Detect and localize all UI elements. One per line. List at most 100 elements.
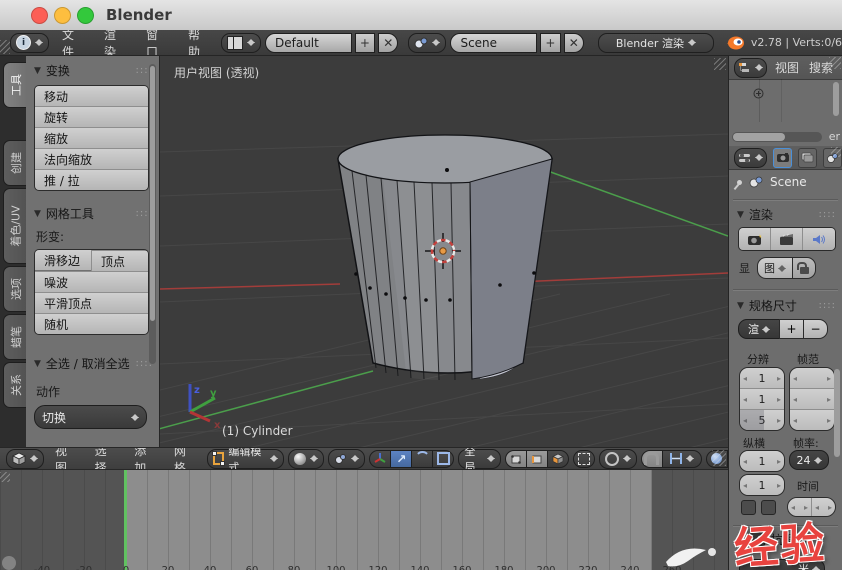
smooth-vertex-button[interactable]: 平滑顶点 [35,292,148,313]
menu-mesh[interactable]: 网格 [167,448,203,469]
outliner-item-text[interactable]: er [829,130,840,143]
tab-render-properties[interactable] [773,147,792,168]
action-dropdown[interactable]: 切换 [34,405,147,429]
face-select-toggle[interactable] [546,449,569,468]
edge-slide-button[interactable]: 滑移边 [35,250,91,270]
delete-scene-button[interactable]: ✕ [563,32,584,53]
minimize-window-button[interactable] [54,7,71,24]
frame-start-stepper[interactable] [790,368,834,388]
aspect-y-stepper[interactable]: 1 [740,475,784,495]
properties-scrollbar[interactable] [834,369,840,457]
panel-header-mesh-tools[interactable]: ▼ 网格工具 :::: [26,199,159,226]
close-window-button[interactable] [31,7,48,24]
noise-button[interactable]: 噪波 [35,271,148,292]
limit-to-visible-toggle[interactable] [572,449,595,468]
lock-interface-toggle[interactable] [792,257,816,279]
render-audio-button[interactable] [803,228,835,250]
mode-selector[interactable]: 编辑模式 [206,448,285,469]
add-scene-button[interactable]: + [540,32,561,53]
area-corner-handle[interactable] [831,147,841,157]
add-layout-button[interactable]: + [354,32,376,53]
tab-tools[interactable]: 工具 [3,62,27,108]
panel-header-select-all[interactable]: ▼ 全选 / 取消全选 :::: [26,349,159,376]
outliner-hscrollbar[interactable] [732,132,822,142]
framerate-dropdown[interactable]: 24 [789,450,829,470]
pin-icon[interactable] [735,178,744,186]
randomize-button[interactable]: 随机 [35,313,148,334]
shrink-fatten-button[interactable]: 法向缩放 [35,148,148,169]
menu-file[interactable]: 文件 [53,30,91,55]
aspect-x-stepper[interactable]: 1 [740,451,784,471]
maximize-window-button[interactable] [77,7,94,24]
tab-relations[interactable]: 关系 [3,362,27,408]
scene-name-field[interactable]: Scene [450,32,538,53]
viewport-3d[interactable]: z y x 用户视图 (透视) (1) Cylinder [160,56,728,447]
area-corner-handle[interactable] [712,450,726,466]
breadcrumb-scene[interactable]: Scene [770,175,807,189]
orientation-selector[interactable]: 全局 [458,448,501,469]
remove-preset-button[interactable]: − [803,319,828,339]
area-corner-handle[interactable] [0,40,10,54]
proportional-edit-selector[interactable] [598,448,637,469]
area-corner-handle[interactable] [0,472,10,482]
tab-options[interactable]: 选项 [3,266,27,312]
toolshelf-scrollbar[interactable] [149,64,156,364]
tab-render-layers[interactable] [798,147,817,168]
menu-render[interactable]: 渲染 [95,30,133,55]
screen-layout-selector[interactable] [221,32,261,53]
manipulator-scale-toggle[interactable] [432,449,455,468]
delete-layout-button[interactable]: ✕ [378,32,399,53]
render-preset-dropdown[interactable]: 渲 [738,319,780,339]
vertex-slide-button[interactable]: 顶点 [91,250,148,271]
tab-grease-pencil[interactable]: 蜡笔 [3,314,27,360]
tab-shading-uv[interactable]: 着色/UV [3,188,27,264]
resolution-x-stepper[interactable]: 1 [740,368,784,388]
render-engine-selector[interactable]: Blender 渲染 [597,32,714,53]
render-still-button[interactable] [739,228,771,250]
panel-header-dimensions[interactable]: ▼ 规格尺寸 :::: [729,293,840,316]
resolution-percentage-slider[interactable]: 5 [740,409,784,430]
menu-add[interactable]: 添加 [127,448,163,469]
editor-type-selector-info[interactable] [10,32,49,53]
panel-grip-icon[interactable]: :::: [819,209,836,220]
scale-button[interactable]: 缩放 [35,127,148,148]
panel-header-transform[interactable]: ▼ 变换 :::: [26,56,159,83]
menu-help[interactable]: 帮助 [179,30,217,55]
area-corner-handle[interactable] [714,58,726,70]
outliner-menu-view[interactable]: 视图 [773,59,801,76]
editor-type-selector-3d[interactable] [6,448,44,469]
outliner-content[interactable]: er [729,79,842,146]
expand-item-icon[interactable] [753,88,764,99]
outliner-vscrollbar[interactable] [833,82,839,116]
panel-grip-icon[interactable]: :::: [819,300,836,311]
area-corner-handle[interactable] [829,57,841,69]
scene-selector[interactable] [408,32,447,53]
timeline-playhead[interactable] [124,470,127,570]
translate-button[interactable]: 移动 [35,86,148,106]
resolution-y-stepper[interactable]: 1 [740,388,784,409]
cylinder-mesh[interactable] [337,134,553,381]
frame-step-stepper[interactable] [790,409,834,430]
pivot-selector[interactable] [328,448,366,469]
editor-type-selector-outliner[interactable] [734,57,767,78]
display-mode-dropdown[interactable]: 图 [757,257,793,279]
manipulator-rotate-toggle[interactable] [411,449,434,468]
manipulator-translate-toggle[interactable]: ↗ [390,449,413,468]
timeline[interactable]: -40 -20 0 20 40 60 80 100 120 140 160 18… [0,470,728,570]
screen-layout-field[interactable]: Default [265,32,352,53]
frame-end-stepper[interactable] [790,388,834,409]
vertex-select-toggle[interactable] [504,449,527,468]
render-animation-button[interactable] [771,228,803,250]
snap-element-selector[interactable] [661,449,702,468]
snap-toggle[interactable] [640,449,663,468]
manipulator-axes-toggle[interactable] [369,449,392,468]
menu-view[interactable]: 视图 [48,448,84,469]
rotate-button[interactable]: 旋转 [35,106,148,127]
edge-select-toggle[interactable] [525,449,548,468]
push-pull-button[interactable]: 推 / 拉 [35,169,148,190]
menu-select[interactable]: 选择 [88,448,124,469]
editor-type-selector-properties[interactable] [734,147,767,168]
viewport-canvas[interactable]: z y x [160,56,728,447]
menu-window[interactable]: 窗口 [137,30,175,55]
panel-header-render[interactable]: ▼ 渲染 :::: [729,202,840,225]
